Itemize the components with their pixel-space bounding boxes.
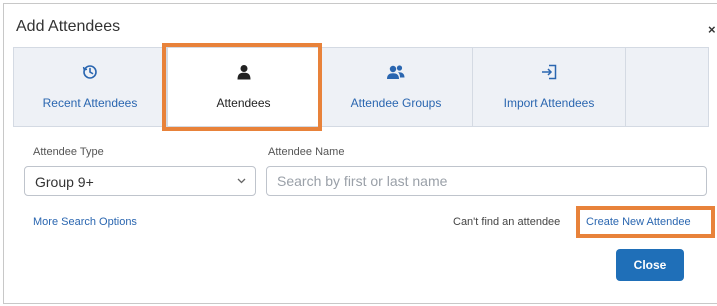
attendee-type-value: Group 9+ [35,174,94,190]
dialog-title: Add Attendees [16,18,121,35]
tab-attendee-groups[interactable]: Attendee Groups [320,48,473,126]
cant-find-text: Can't find an attendee [453,216,561,228]
close-icon[interactable]: × [708,22,716,37]
attendee-type-label: Attendee Type [33,146,104,158]
tab-bar: Recent Attendees Attendees Attendee Grou… [13,47,709,127]
tab-attendees[interactable]: Attendees [167,48,320,126]
chevron-down-icon [237,178,246,184]
attendee-type-select[interactable]: Group 9+ [24,166,256,196]
close-button[interactable]: Close [616,249,684,281]
tab-label: Recent Attendees [42,96,138,110]
person-icon [237,65,250,80]
tab-label: Import Attendees [503,96,595,110]
tab-label: Attendees [216,96,271,110]
create-new-attendee-link[interactable]: Create New Attendee [586,216,691,228]
history-icon [82,65,97,79]
more-search-options-link[interactable]: More Search Options [33,216,137,228]
tab-recent-attendees[interactable]: Recent Attendees [14,48,167,126]
attendee-name-search-input[interactable] [266,166,707,196]
tab-label: Attendee Groups [350,96,442,110]
group-icon [387,65,405,79]
tab-import-attendees[interactable]: Import Attendees [473,48,626,126]
attendee-name-label: Attendee Name [268,146,345,158]
import-icon [542,64,557,80]
